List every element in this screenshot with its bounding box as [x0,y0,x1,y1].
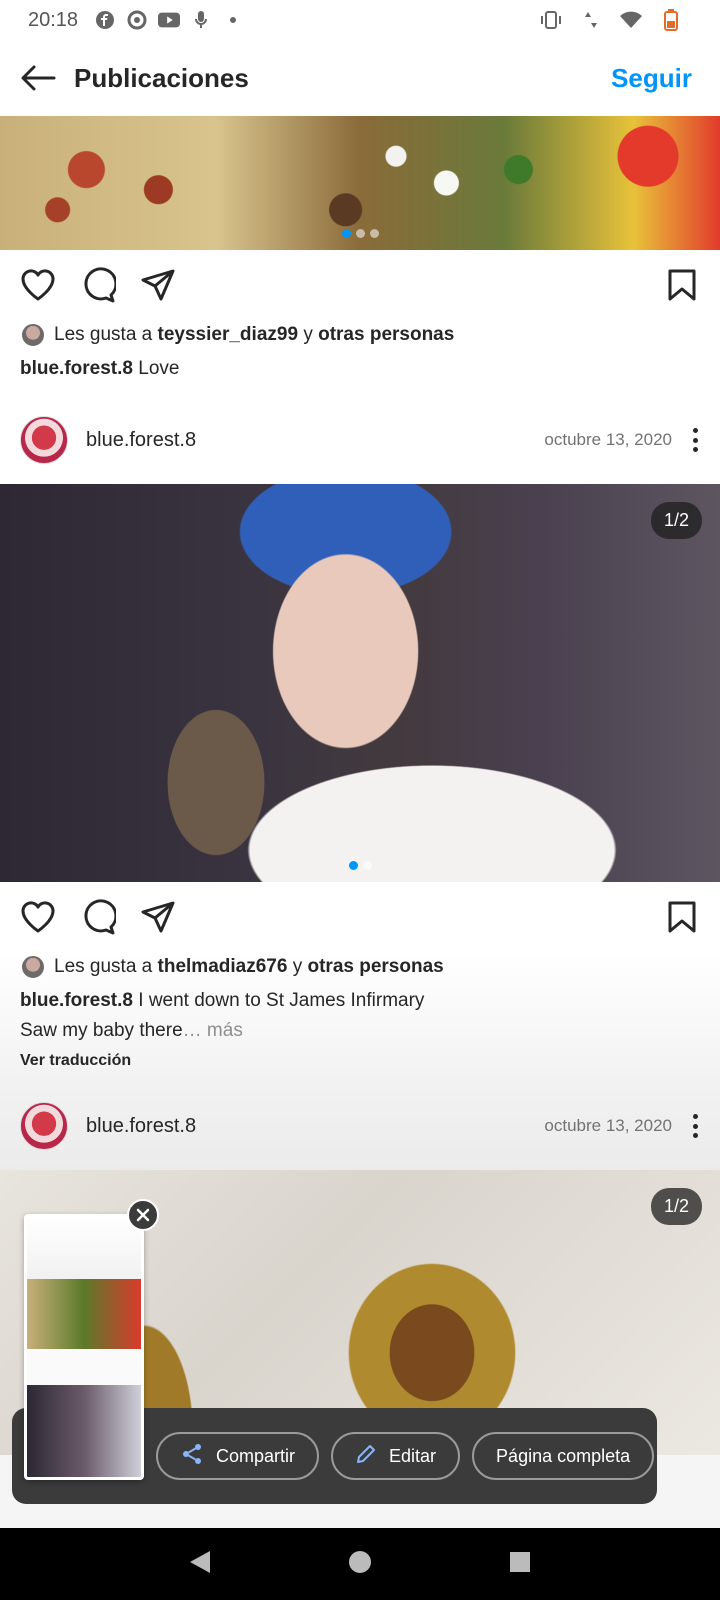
thumbnail-header [27,1217,141,1279]
post-date: octubre 13, 2020 [544,430,672,449]
home-circle-icon[interactable] [348,1550,372,1579]
pencil-icon [355,1443,377,1470]
carousel-dot [369,229,379,238]
bookmark-icon[interactable] [662,897,702,937]
post-header: blue.forest.8 octubre 13, 2020 [0,1082,720,1170]
edit-screenshot-button[interactable]: Editar [331,1432,461,1480]
back-arrow-icon[interactable] [18,58,58,98]
likes-prefix: Les gusta a [54,956,153,977]
post-date: octubre 13, 2020 [544,1116,672,1135]
status-time: 20:18 [28,8,79,31]
caption-text: Saw my baby there [20,1020,183,1041]
share-label: Compartir [216,1445,296,1466]
page-title: Publicaciones [74,62,249,93]
heart-icon[interactable] [18,897,58,937]
data-arrows-icon [580,9,602,31]
liker-avatar [20,322,46,348]
more-link[interactable]: … más [183,1020,243,1041]
image-counter-badge: 1/2 [650,502,702,539]
share-nodes-icon [180,1442,204,1471]
liker-username[interactable]: thelmadiaz676 [158,956,288,978]
microphone-icon [190,9,212,31]
more-options-icon[interactable] [688,425,702,455]
caption-username[interactable]: blue.forest.8 [20,358,133,379]
post-text-section: Les gusta a thelmadiaz676 y otras person… [0,952,720,1170]
system-navigation-bar [0,1528,720,1600]
screenshot-thumbnail[interactable] [24,1214,144,1480]
post-actions [0,250,720,320]
likes-line: Les gusta a teyssier_diaz99 y otras pers… [0,320,720,350]
comment-icon[interactable] [78,897,118,937]
bookmark-icon[interactable] [662,265,702,305]
avatar[interactable] [20,1102,68,1150]
edit-label: Editar [389,1445,437,1466]
carousel-dots [0,861,720,870]
liker-username[interactable]: teyssier_diaz99 [158,324,299,346]
full-page-button[interactable]: Página completa [472,1432,655,1480]
thumbnail-image [27,1385,141,1477]
liker-avatar [20,954,46,980]
image-counter-badge: 1/2 [650,1188,702,1225]
post-header: blue.forest.8 octubre 13, 2020 [0,396,720,484]
comment-icon[interactable] [78,265,118,305]
likes-join: y [303,324,313,345]
caption-username[interactable]: blue.forest.8 [20,990,133,1011]
likes-others[interactable]: otras personas [318,324,454,346]
carousel-dot [355,229,365,238]
heart-icon[interactable] [18,265,58,305]
post-username[interactable]: blue.forest.8 [86,429,196,452]
caption: blue.forest.8 I went down to St James In… [0,982,720,1046]
battery-icon [660,9,682,31]
close-icon[interactable] [127,1199,159,1231]
recents-square-icon[interactable] [508,1550,532,1579]
share-screenshot-button[interactable]: Compartir [156,1432,320,1480]
carousel-dot [341,229,351,238]
thumbnail-image [27,1279,141,1349]
back-triangle-icon[interactable] [188,1549,212,1580]
likes-line: Les gusta a thelmadiaz676 y otras person… [0,952,720,982]
caption-text: Love [132,358,180,379]
follow-button[interactable]: Seguir [611,63,692,94]
carousel-dot [362,861,372,870]
share-icon[interactable] [138,897,178,937]
status-bar: 20:18 [0,0,720,40]
carousel-dot [348,861,358,870]
full-page-label: Página completa [496,1445,631,1466]
notification-dot-icon [222,9,244,31]
top-bar: Publicaciones Seguir [0,40,720,116]
chrome-icon [126,9,148,31]
carousel-dots [0,229,720,238]
likes-prefix: Les gusta a [54,324,153,345]
facebook-icon [94,9,116,31]
avatar[interactable] [20,416,68,464]
post-username[interactable]: blue.forest.8 [86,1115,196,1138]
post-image-tacos[interactable] [0,116,720,250]
screenshot-actions: Compartir Editar Página completa [156,1432,655,1480]
caption: blue.forest.8 Love [0,350,720,384]
thumbnail-text [27,1349,141,1385]
see-translation-link[interactable]: Ver traducción [0,1046,720,1070]
share-icon[interactable] [138,265,178,305]
more-options-icon[interactable] [688,1111,702,1141]
wifi-icon [620,9,642,31]
vibrate-icon [540,9,562,31]
caption-text: I went down to St James Infirmary [132,990,425,1011]
post-actions [0,882,720,952]
likes-others[interactable]: otras personas [308,956,444,978]
likes-join: y [292,956,303,977]
post-image-portrait[interactable]: 1/2 [0,484,720,882]
youtube-icon [158,9,181,31]
